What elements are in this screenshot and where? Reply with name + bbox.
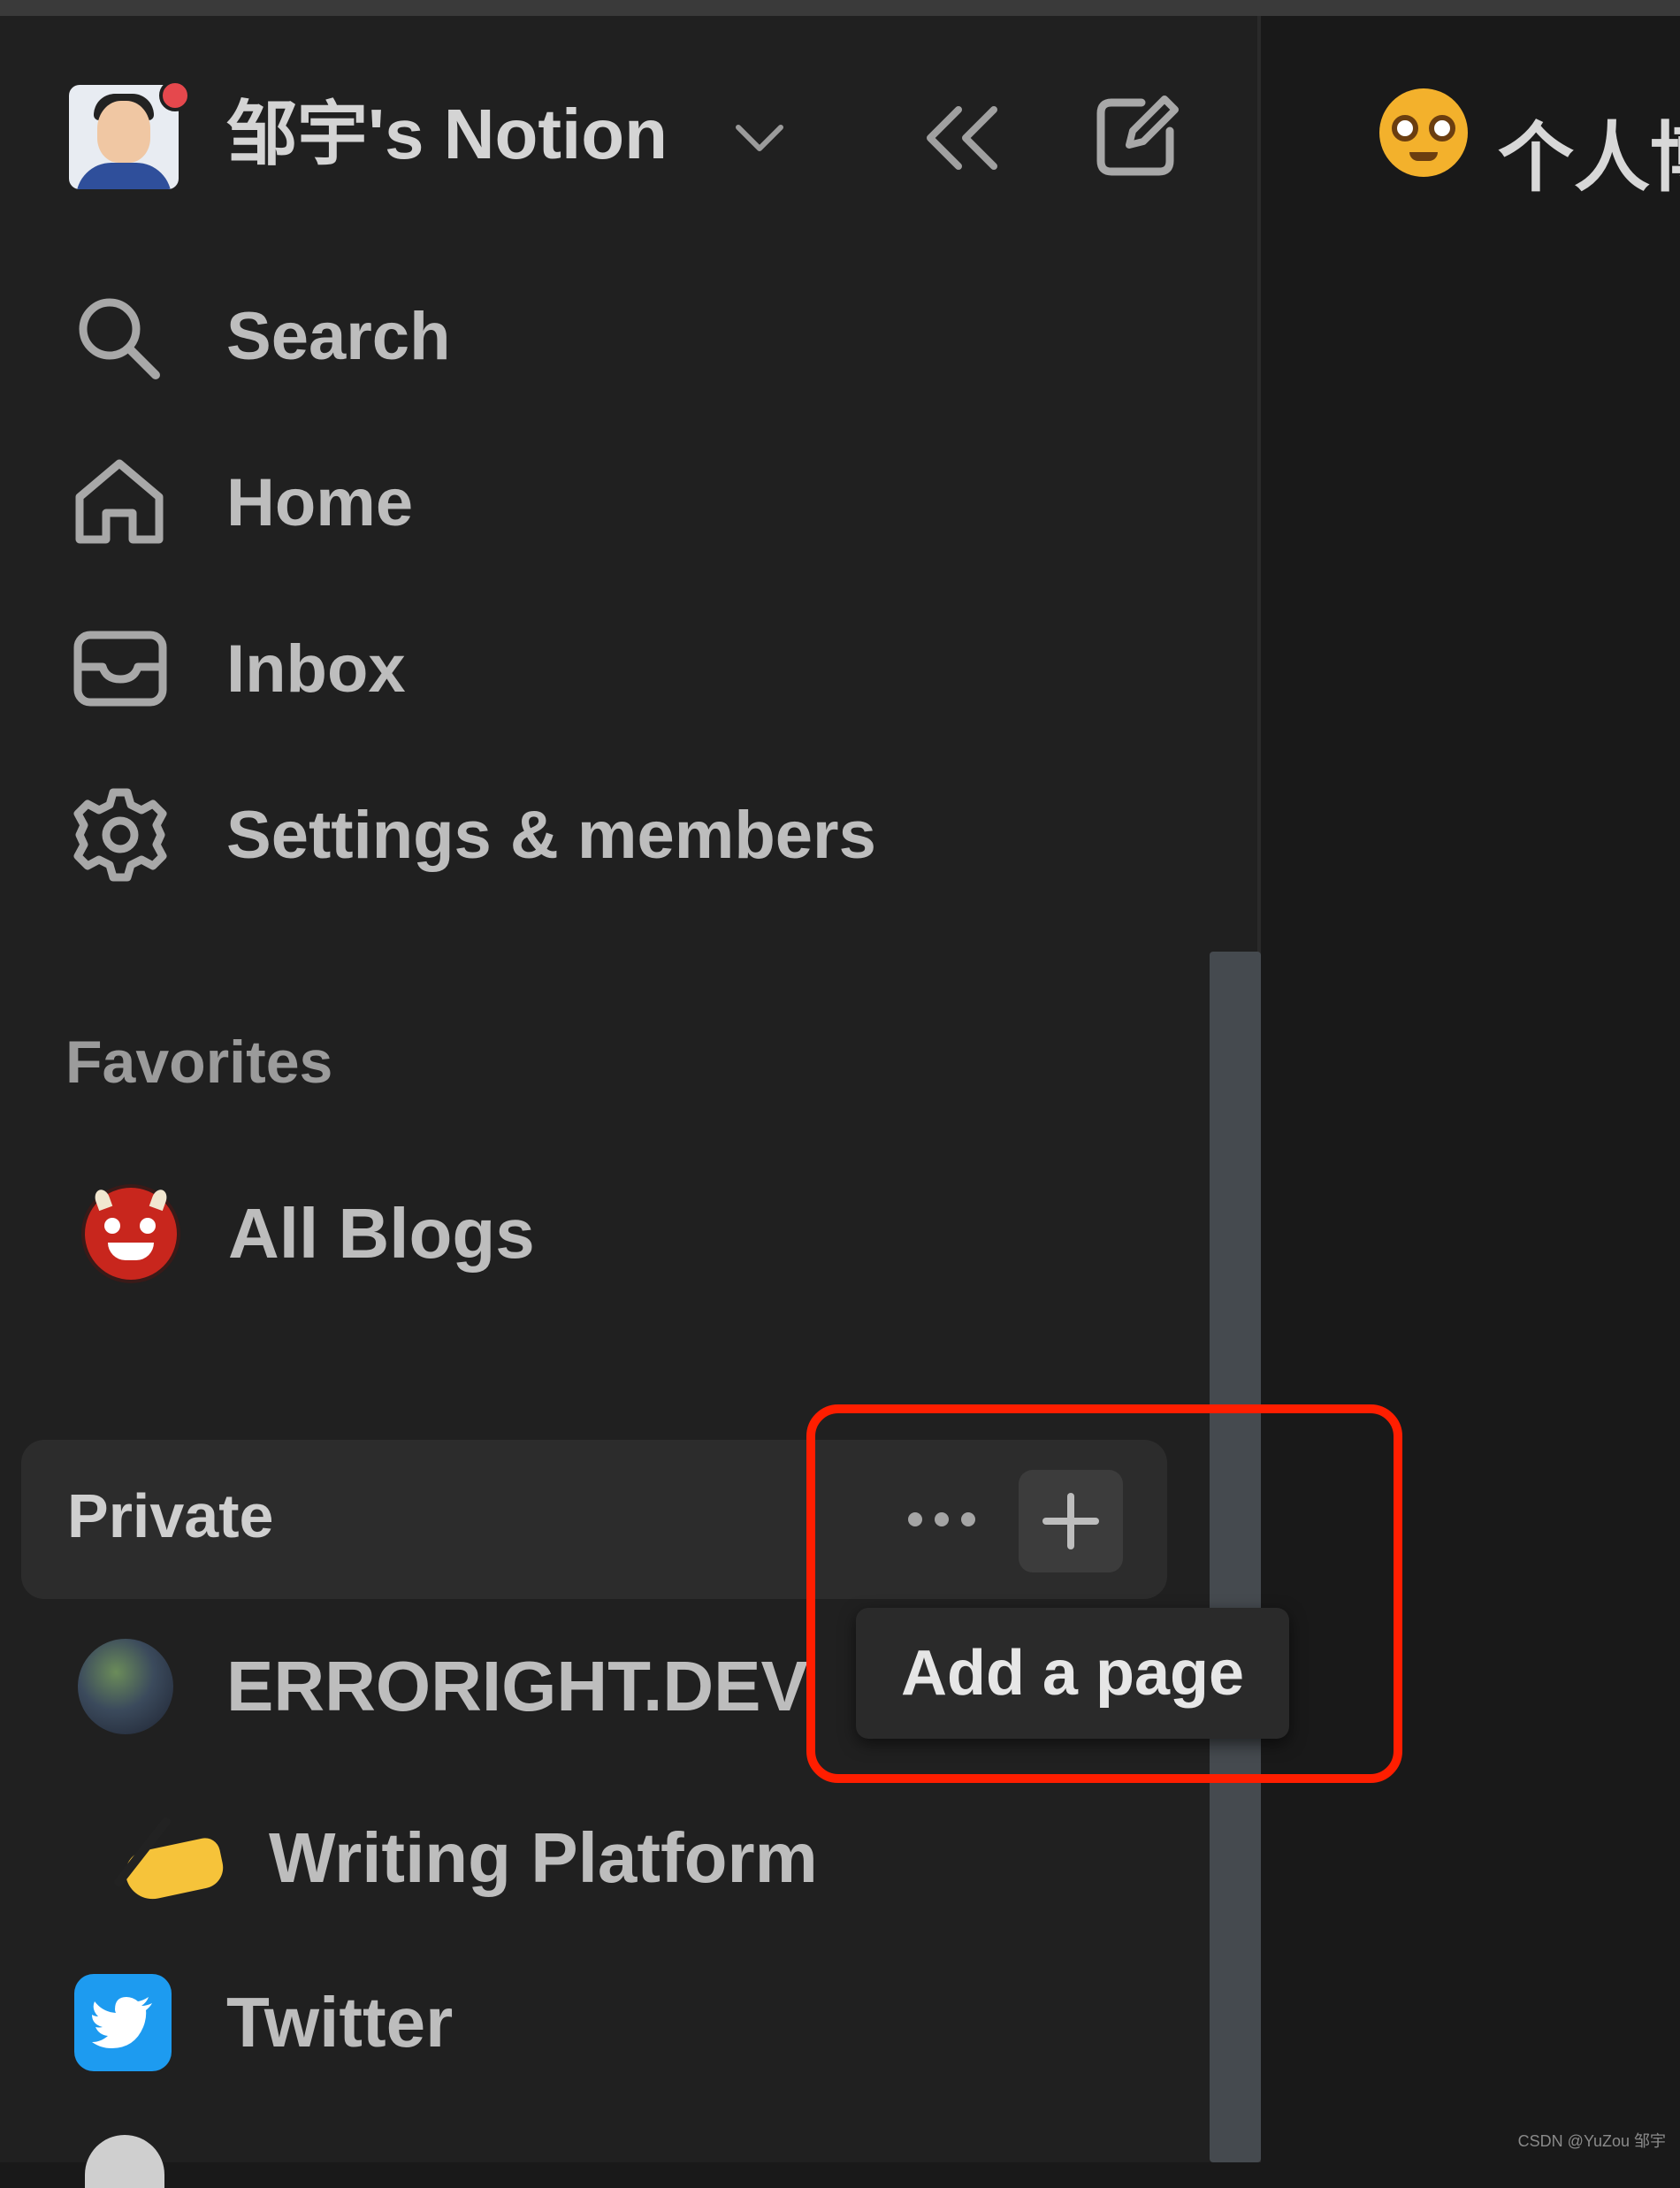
- compose-icon[interactable]: [1088, 88, 1185, 184]
- highlight-annotation: [806, 1404, 1402, 1783]
- workspace-name: 邹宇's Notion: [226, 95, 668, 173]
- chevron-down-icon[interactable]: [730, 111, 789, 164]
- nav-label: Inbox: [226, 631, 406, 707]
- main-content: [1261, 16, 1680, 2162]
- page-label: ERRORIGHT.DEV: [226, 1647, 808, 1725]
- page-item-twitter[interactable]: Twitter: [74, 1965, 453, 2080]
- inbox-icon: [71, 616, 177, 722]
- nav-label: Settings & members: [226, 797, 876, 873]
- home-icon: [71, 449, 177, 555]
- page-label: All Blogs: [228, 1194, 535, 1273]
- nav-item-search[interactable]: Search: [71, 283, 451, 389]
- page-item-errorright[interactable]: ERRORIGHT.DEV: [78, 1629, 891, 1744]
- private-heading: Private: [67, 1481, 274, 1550]
- page-avatar-icon: [78, 1639, 173, 1734]
- nav-item-settings[interactable]: Settings & members: [71, 782, 876, 888]
- page-label: Writing Platform: [269, 1818, 818, 1897]
- nerd-face-emoji-icon: [1379, 88, 1468, 177]
- writing-hand-emoji-icon: [112, 1809, 232, 1907]
- window-top-bar: [0, 0, 1680, 16]
- nav-item-inbox[interactable]: Inbox: [71, 616, 406, 722]
- page-title: 个人博: [1498, 116, 1680, 201]
- gear-icon: [71, 782, 177, 888]
- page-label: Twitter: [226, 1983, 454, 2062]
- double-chevron-left-icon[interactable]: [920, 99, 1004, 177]
- nav-label: Home: [226, 464, 414, 540]
- search-icon: [71, 283, 177, 389]
- twitter-icon: [74, 1974, 172, 2071]
- watermark: CSDN @YuZou 邹宇: [1517, 2132, 1666, 2150]
- ogre-emoji-icon: [85, 1187, 177, 1280]
- page-item-writing-platform[interactable]: Writing Platform: [112, 1801, 818, 1916]
- nav-item-home[interactable]: Home: [71, 449, 413, 555]
- notification-dot: [159, 80, 191, 111]
- nav-label: Search: [226, 298, 451, 374]
- workspace-switcher[interactable]: 邹宇's Notion: [226, 88, 810, 186]
- favorite-item-all-blogs[interactable]: All Blogs: [85, 1176, 535, 1291]
- favorites-heading[interactable]: Favorites: [65, 1028, 332, 1097]
